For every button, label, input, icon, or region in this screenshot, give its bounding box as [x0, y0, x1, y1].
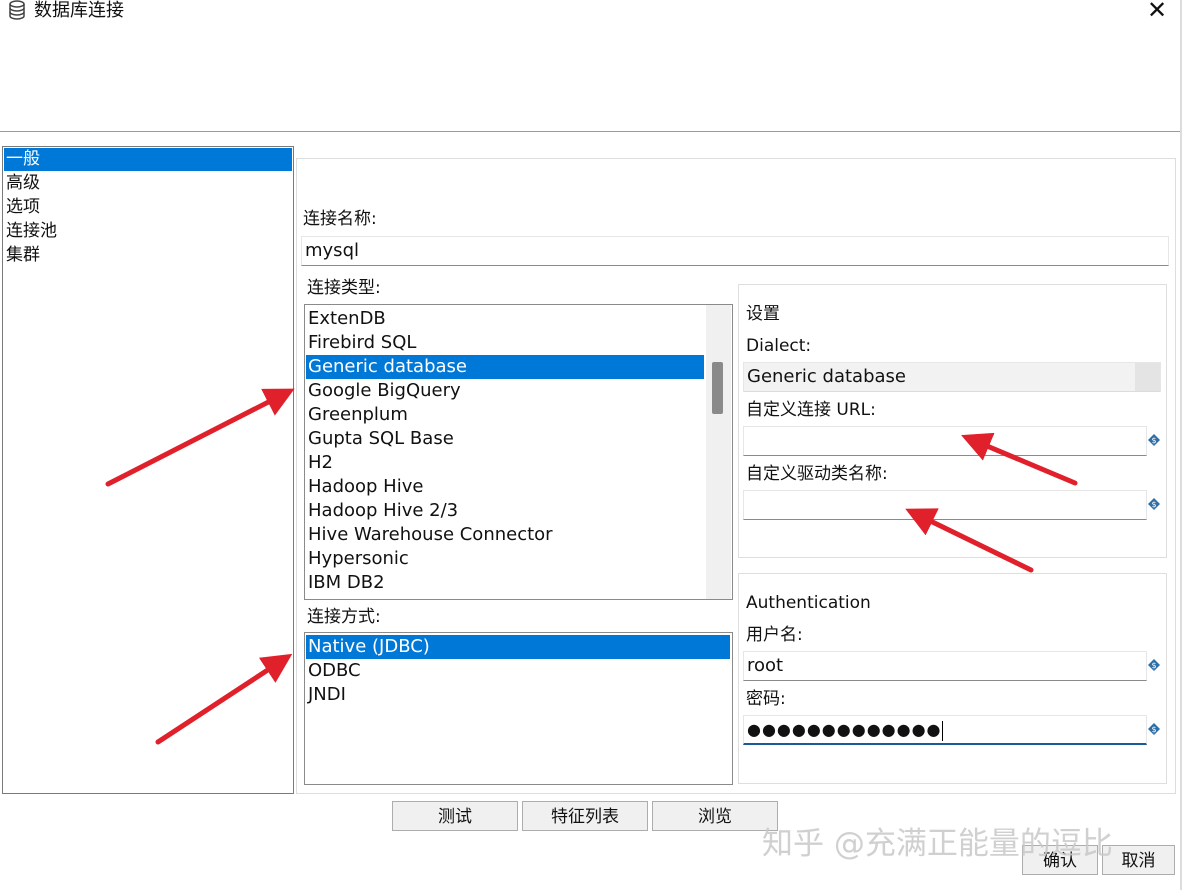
nav-item-general[interactable]: 一般	[4, 148, 292, 171]
access-method-label: 连接方式:	[307, 607, 381, 627]
variable-icon[interactable]: $	[1148, 434, 1160, 446]
scrollbar-thumb[interactable]	[712, 362, 723, 414]
scrollbar-track[interactable]	[706, 305, 731, 599]
authentication-title: Authentication	[746, 593, 871, 613]
nav-item-cluster[interactable]: 集群	[4, 244, 292, 267]
dialect-field: Generic database	[743, 362, 1161, 392]
svg-text:$: $	[1151, 500, 1156, 509]
database-icon	[9, 0, 25, 20]
feature-list-button[interactable]: 特征列表	[522, 801, 648, 831]
variable-icon[interactable]: $	[1148, 723, 1160, 735]
explore-button[interactable]: 浏览	[652, 801, 778, 831]
dialect-dropdown-button[interactable]	[1135, 363, 1160, 391]
nav-item-pooling[interactable]: 连接池	[4, 220, 292, 243]
list-item[interactable]: ExtenDB	[306, 307, 704, 331]
cancel-button[interactable]: 取消	[1102, 845, 1175, 875]
list-item-selected[interactable]: Native (JDBC)	[306, 635, 730, 659]
svg-text:$: $	[1151, 661, 1156, 670]
dialect-label: Dialect:	[746, 336, 812, 356]
password-mask: ●●●●●●●●●●●●●	[747, 720, 942, 739]
password-label: 密码:	[746, 689, 786, 709]
variable-icon[interactable]: $	[1148, 498, 1160, 510]
custom-driver-label: 自定义驱动类名称:	[746, 464, 888, 484]
custom-url-input[interactable]	[743, 426, 1147, 456]
close-button[interactable]: ✕	[1140, 0, 1174, 24]
settings-title: 设置	[746, 304, 780, 324]
title-separator	[0, 131, 1182, 132]
window-title: 数据库连接	[34, 0, 124, 21]
nav-item-advanced[interactable]: 高级	[4, 172, 292, 195]
password-input[interactable]: ●●●●●●●●●●●●●	[743, 715, 1147, 745]
username-label: 用户名:	[746, 625, 803, 645]
close-icon: ✕	[1146, 0, 1168, 24]
username-input[interactable]: root	[743, 651, 1147, 681]
variable-icon[interactable]: $	[1148, 659, 1160, 671]
connection-type-list[interactable]: ExtenDB Firebird SQL Generic database Go…	[304, 304, 733, 600]
list-item[interactable]: H2	[306, 451, 704, 475]
watermark: 知乎 @充满正能量的逗比	[762, 826, 1113, 862]
connection-name-input[interactable]: mysql	[301, 236, 1169, 266]
list-item[interactable]: IBM DB2	[306, 571, 704, 595]
connection-type-label: 连接类型:	[307, 278, 381, 298]
text-cursor	[941, 720, 943, 741]
nav-item-options[interactable]: 选项	[4, 196, 292, 219]
list-item[interactable]: Hadoop Hive 2/3	[306, 499, 704, 523]
list-item[interactable]: Gupta SQL Base	[306, 427, 704, 451]
list-item[interactable]: JNDI	[306, 683, 730, 707]
list-item[interactable]: Hadoop Hive	[306, 475, 704, 499]
access-method-list[interactable]: Native (JDBC) ODBC JNDI	[304, 632, 733, 785]
list-item-selected[interactable]: Generic database	[306, 355, 704, 379]
list-item[interactable]: Firebird SQL	[306, 331, 704, 355]
dialect-value: Generic database	[747, 366, 906, 387]
category-nav: 一般 高级 选项 连接池 集群	[2, 146, 294, 794]
list-item[interactable]: Hypersonic	[306, 547, 704, 571]
custom-url-label: 自定义连接 URL:	[746, 400, 876, 420]
list-item[interactable]: Hive Warehouse Connector	[306, 523, 704, 547]
list-item[interactable]: ODBC	[306, 659, 730, 683]
svg-text:$: $	[1151, 725, 1156, 734]
list-item[interactable]: Google BigQuery	[306, 379, 704, 403]
svg-text:$: $	[1151, 436, 1156, 445]
list-item[interactable]: Greenplum	[306, 403, 704, 427]
connection-name-label: 连接名称:	[303, 209, 377, 229]
test-button[interactable]: 测试	[392, 801, 518, 831]
custom-driver-input[interactable]	[743, 490, 1147, 520]
